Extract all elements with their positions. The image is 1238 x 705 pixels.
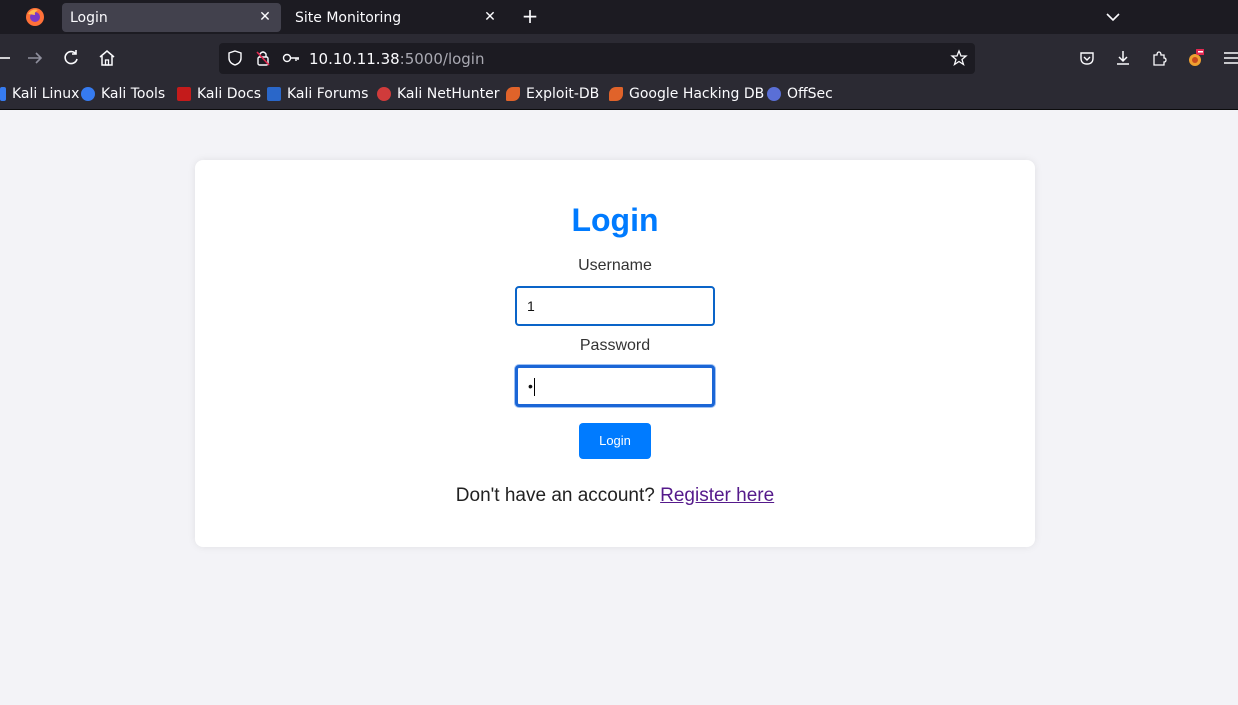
tab-strip: Login ✕ Site Monitoring ✕ + (0, 0, 1238, 34)
ghdb-icon (609, 87, 623, 101)
forward-icon[interactable] (25, 48, 45, 68)
close-icon[interactable]: ✕ (257, 9, 273, 25)
page-title: Login (571, 202, 659, 238)
tab-label: Login (70, 9, 108, 26)
bookmark-label: Kali Docs (197, 86, 262, 102)
url-path: :5000/login (399, 50, 485, 68)
kali-tools-icon (81, 87, 95, 101)
tab-site-monitoring[interactable]: Site Monitoring ✕ (287, 3, 506, 32)
password-label: Password (579, 337, 651, 354)
insecure-lock-icon[interactable] (254, 49, 272, 67)
url-text[interactable]: 10.10.11.38:5000/login (309, 49, 484, 69)
bookmark-kali-linux[interactable]: Kali Linux (0, 84, 79, 104)
exploitdb-icon (506, 87, 520, 101)
bookmark-label: Kali Tools (101, 86, 166, 102)
home-icon[interactable] (97, 48, 117, 68)
reload-icon[interactable] (61, 48, 81, 68)
bookmark-label: Exploit-DB (526, 86, 600, 102)
kali-docs-icon (177, 87, 191, 101)
text-caret (533, 378, 535, 397)
menu-icon[interactable] (1222, 49, 1238, 67)
bookmark-star-icon[interactable] (950, 49, 968, 67)
back-icon[interactable] (0, 48, 14, 68)
bookmark-google-hacking-db[interactable]: Google Hacking DB (609, 84, 764, 104)
bookmark-label: Kali Forums (287, 86, 369, 102)
new-tab-button[interactable]: + (520, 6, 540, 26)
login-button[interactable]: Login (579, 423, 651, 459)
bookmark-label: OffSec (787, 86, 833, 102)
key-icon[interactable] (282, 49, 300, 67)
kali-icon (0, 87, 6, 101)
tab-login[interactable]: Login ✕ (62, 3, 281, 32)
extension-badge-icon[interactable] (1186, 49, 1204, 67)
password-input[interactable]: • (515, 365, 715, 407)
download-icon[interactable] (1114, 49, 1132, 67)
close-icon[interactable]: ✕ (482, 9, 498, 25)
bookmark-label: Kali NetHunter (397, 86, 500, 102)
register-prompt: Don't have an account? Register here (195, 484, 1035, 508)
bookmark-kali-nethunter[interactable]: Kali NetHunter (377, 84, 499, 104)
bookmark-kali-docs[interactable]: Kali Docs (177, 84, 261, 104)
username-value: 1 (527, 298, 535, 314)
password-mask: • (528, 378, 533, 394)
shield-icon[interactable] (226, 49, 244, 67)
extensions-icon[interactable] (1150, 49, 1168, 67)
offsec-icon (767, 87, 781, 101)
chevron-down-icon[interactable] (1104, 8, 1122, 26)
register-prompt-text: Don't have an account? (455, 485, 655, 506)
bookmark-kali-forums[interactable]: Kali Forums (267, 84, 368, 104)
bookmark-kali-tools[interactable]: Kali Tools (81, 84, 165, 104)
bookmark-label: Kali Linux (12, 86, 80, 102)
tab-label: Site Monitoring (295, 9, 402, 26)
nethunter-icon (377, 87, 391, 101)
url-host: 10.10.11.38 (309, 50, 400, 68)
bookmark-offsec[interactable]: OffSec (767, 84, 833, 104)
username-label: Username (578, 257, 652, 274)
register-link[interactable]: Register here (660, 485, 774, 506)
pocket-icon[interactable] (1078, 49, 1096, 67)
bookmark-exploit-db[interactable]: Exploit-DB (506, 84, 599, 104)
username-input[interactable]: 1 (515, 286, 715, 326)
kali-forums-icon (267, 87, 281, 101)
firefox-icon[interactable] (24, 6, 46, 28)
bookmark-label: Google Hacking DB (629, 86, 765, 102)
